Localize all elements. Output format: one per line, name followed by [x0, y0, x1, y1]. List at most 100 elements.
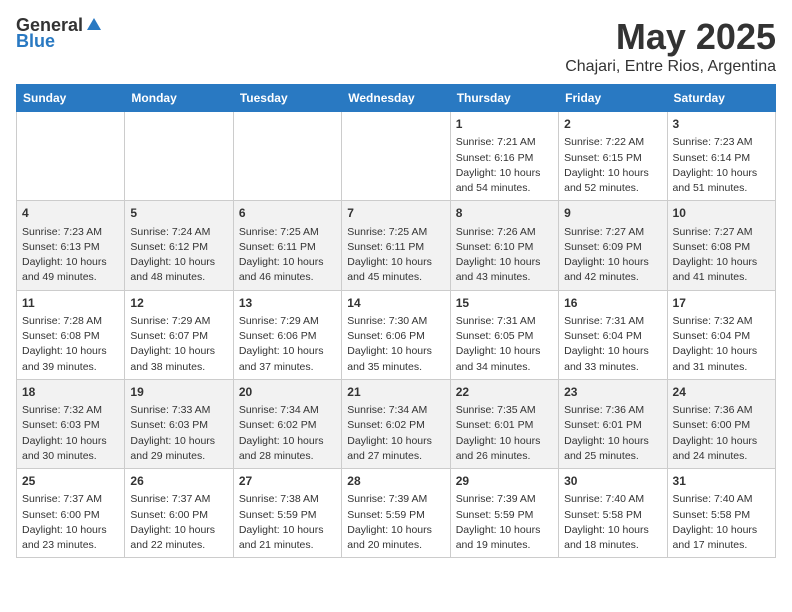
cell-text: Daylight: 10 hours	[564, 166, 661, 181]
cell-text: and 17 minutes.	[673, 538, 770, 553]
cell-text: and 48 minutes.	[130, 270, 227, 285]
calendar-cell	[17, 112, 125, 201]
day-number: 28	[347, 473, 444, 490]
cell-text: Daylight: 10 hours	[347, 344, 444, 359]
cell-text: Daylight: 10 hours	[22, 255, 119, 270]
cell-text: and 23 minutes.	[22, 538, 119, 553]
day-number: 15	[456, 295, 553, 312]
cell-text: Sunset: 6:02 PM	[347, 418, 444, 433]
cell-text: and 46 minutes.	[239, 270, 336, 285]
cell-text: and 26 minutes.	[456, 449, 553, 464]
calendar-cell: 7Sunrise: 7:25 AMSunset: 6:11 PMDaylight…	[342, 201, 450, 290]
cell-text: Daylight: 10 hours	[22, 344, 119, 359]
cell-text: Daylight: 10 hours	[22, 434, 119, 449]
cell-text: Sunrise: 7:23 AM	[22, 225, 119, 240]
cell-text: Daylight: 10 hours	[673, 434, 770, 449]
cell-text: Sunrise: 7:33 AM	[130, 403, 227, 418]
calendar-cell: 29Sunrise: 7:39 AMSunset: 5:59 PMDayligh…	[450, 469, 558, 558]
cell-text: and 30 minutes.	[22, 449, 119, 464]
calendar-week-row: 4Sunrise: 7:23 AMSunset: 6:13 PMDaylight…	[17, 201, 776, 290]
weekday-header: Saturday	[667, 85, 775, 112]
cell-text: Sunrise: 7:40 AM	[673, 492, 770, 507]
cell-text: Sunrise: 7:26 AM	[456, 225, 553, 240]
calendar-cell: 6Sunrise: 7:25 AMSunset: 6:11 PMDaylight…	[233, 201, 341, 290]
calendar-cell: 9Sunrise: 7:27 AMSunset: 6:09 PMDaylight…	[559, 201, 667, 290]
cell-text: and 34 minutes.	[456, 360, 553, 375]
cell-text: and 38 minutes.	[130, 360, 227, 375]
cell-text: Sunset: 6:08 PM	[22, 329, 119, 344]
cell-text: Sunset: 5:59 PM	[239, 508, 336, 523]
cell-text: Sunrise: 7:34 AM	[239, 403, 336, 418]
cell-text: Daylight: 10 hours	[22, 523, 119, 538]
cell-text: and 19 minutes.	[456, 538, 553, 553]
logo-icon	[85, 16, 103, 34]
cell-text: Daylight: 10 hours	[239, 255, 336, 270]
cell-text: Daylight: 10 hours	[130, 523, 227, 538]
cell-text: Sunrise: 7:36 AM	[673, 403, 770, 418]
cell-text: Daylight: 10 hours	[130, 434, 227, 449]
day-number: 27	[239, 473, 336, 490]
calendar-cell: 17 Sunrise: 7:32 AMSunset: 6:04 PMDayligh…	[667, 290, 775, 379]
cell-text: Sunset: 6:12 PM	[130, 240, 227, 255]
day-number: 17	[673, 295, 770, 312]
calendar-header-row: SundayMondayTuesdayWednesdayThursdayFrid…	[17, 85, 776, 112]
day-number: 19	[130, 384, 227, 401]
day-number: 25	[22, 473, 119, 490]
calendar-week-row: 1Sunrise: 7:21 AMSunset: 6:16 PMDaylight…	[17, 112, 776, 201]
cell-text: Sunrise: 7:36 AM	[564, 403, 661, 418]
cell-text: and 20 minutes.	[347, 538, 444, 553]
cell-text: and 22 minutes.	[130, 538, 227, 553]
cell-text: Daylight: 10 hours	[673, 523, 770, 538]
cell-text: Sunrise: 7:34 AM	[347, 403, 444, 418]
cell-text: Sunset: 6:11 PM	[347, 240, 444, 255]
cell-text: Sunset: 6:05 PM	[456, 329, 553, 344]
cell-text: Sunset: 6:09 PM	[564, 240, 661, 255]
day-number: 22	[456, 384, 553, 401]
day-number: 9	[564, 205, 661, 222]
calendar-cell: 31Sunrise: 7:40 AMSunset: 5:58 PMDayligh…	[667, 469, 775, 558]
cell-text: Daylight: 10 hours	[673, 344, 770, 359]
day-number: 12	[130, 295, 227, 312]
cell-text: Sunrise: 7:29 AM	[130, 314, 227, 329]
cell-text: Sunset: 6:01 PM	[564, 418, 661, 433]
cell-text: Daylight: 10 hours	[130, 344, 227, 359]
cell-text: Sunrise: 7:31 AM	[456, 314, 553, 329]
day-number: 2	[564, 116, 661, 133]
cell-text: Sunset: 6:02 PM	[239, 418, 336, 433]
cell-text: Daylight: 10 hours	[456, 434, 553, 449]
calendar-cell: 16Sunrise: 7:31 AMSunset: 6:04 PMDayligh…	[559, 290, 667, 379]
calendar-table: SundayMondayTuesdayWednesdayThursdayFrid…	[16, 84, 776, 558]
cell-text: Sunrise: 7:27 AM	[673, 225, 770, 240]
cell-text: and 21 minutes.	[239, 538, 336, 553]
day-number: 24	[673, 384, 770, 401]
calendar-cell	[125, 112, 233, 201]
calendar-cell: 20Sunrise: 7:34 AMSunset: 6:02 PMDayligh…	[233, 379, 341, 468]
calendar-cell	[342, 112, 450, 201]
cell-text: Sunrise: 7:32 AM	[673, 314, 770, 329]
cell-text: Sunrise: 7:27 AM	[564, 225, 661, 240]
cell-text: Sunset: 6:11 PM	[239, 240, 336, 255]
day-number: 4	[22, 205, 119, 222]
cell-text: Daylight: 10 hours	[239, 344, 336, 359]
calendar-cell: 22Sunrise: 7:35 AMSunset: 6:01 PMDayligh…	[450, 379, 558, 468]
day-number: 10	[673, 205, 770, 222]
cell-text: Daylight: 10 hours	[239, 523, 336, 538]
day-number: 7	[347, 205, 444, 222]
weekday-header: Tuesday	[233, 85, 341, 112]
cell-text: Sunset: 6:04 PM	[673, 329, 770, 344]
cell-text: and 31 minutes.	[673, 360, 770, 375]
weekday-header: Thursday	[450, 85, 558, 112]
cell-text: Sunset: 6:08 PM	[673, 240, 770, 255]
calendar-cell: 13Sunrise: 7:29 AMSunset: 6:06 PMDayligh…	[233, 290, 341, 379]
cell-text: and 37 minutes.	[239, 360, 336, 375]
calendar-body: 1Sunrise: 7:21 AMSunset: 6:16 PMDaylight…	[17, 112, 776, 558]
cell-text: and 42 minutes.	[564, 270, 661, 285]
day-number: 18	[22, 384, 119, 401]
calendar-cell: 15Sunrise: 7:31 AMSunset: 6:05 PMDayligh…	[450, 290, 558, 379]
calendar-cell: 8Sunrise: 7:26 AMSunset: 6:10 PMDaylight…	[450, 201, 558, 290]
weekday-header: Friday	[559, 85, 667, 112]
cell-text: and 49 minutes.	[22, 270, 119, 285]
calendar-cell: 5Sunrise: 7:24 AMSunset: 6:12 PMDaylight…	[125, 201, 233, 290]
calendar-cell: 27Sunrise: 7:38 AMSunset: 5:59 PMDayligh…	[233, 469, 341, 558]
calendar-cell: 1Sunrise: 7:21 AMSunset: 6:16 PMDaylight…	[450, 112, 558, 201]
